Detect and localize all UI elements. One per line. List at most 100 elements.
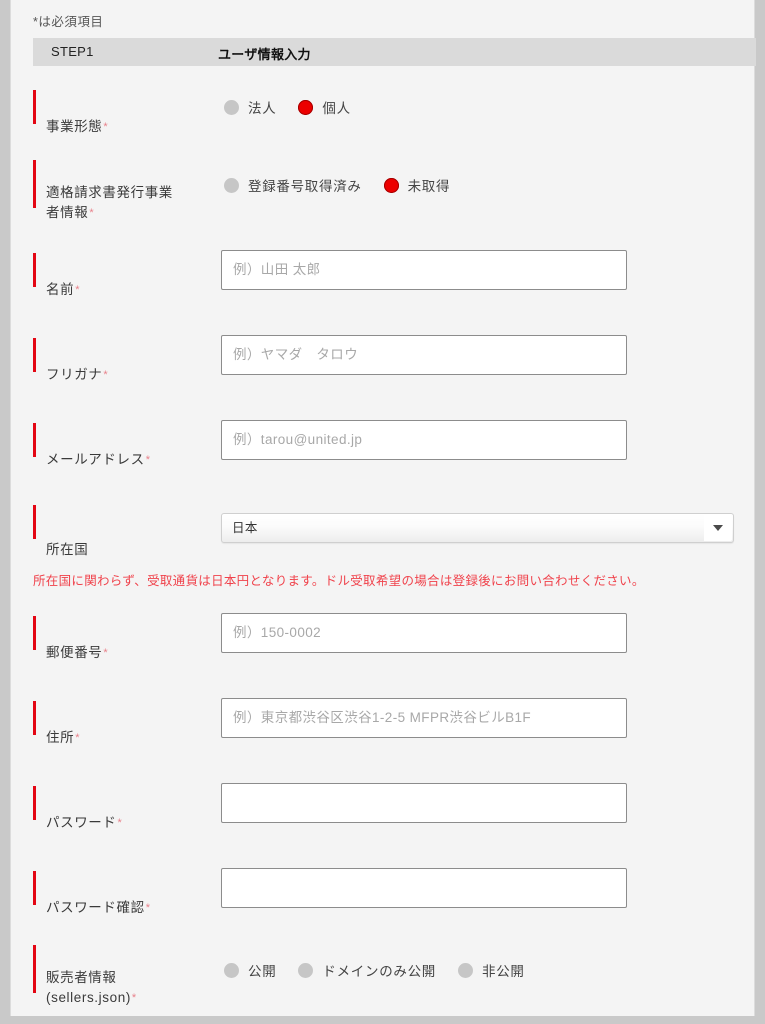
password-confirm-input-wrap[interactable] xyxy=(221,868,627,908)
name-label-wrap: 名前* xyxy=(33,250,80,297)
radio-invoice-not-registered[interactable]: 未取得 xyxy=(383,175,451,195)
required-accent-bar xyxy=(33,253,36,287)
radio-invoice-registered[interactable]: 登録番号取得済み xyxy=(224,175,362,195)
password-confirm-label: パスワード確認* xyxy=(46,868,151,918)
furigana-input-wrap[interactable]: 例）ヤマダ タロウ xyxy=(221,335,627,375)
sellers-json-label-wrap: 販売者情報 (sellers.json)* xyxy=(33,945,206,1005)
radio-dot[interactable] xyxy=(383,177,399,193)
invoice-issuer-label-wrap: 適格請求書発行事業 者情報* xyxy=(33,160,196,220)
radio-sellers-domain-only[interactable]: ドメインのみ公開 xyxy=(298,960,436,980)
required-star: * xyxy=(103,369,109,381)
furigana-label-wrap: フリガナ* xyxy=(33,335,108,382)
email-label-text: メールアドレス xyxy=(46,452,145,467)
accent-bar xyxy=(33,505,36,539)
required-accent-bar xyxy=(33,701,36,735)
business-type-label: 事業形態* xyxy=(46,90,108,137)
required-star: * xyxy=(103,647,109,659)
country-select[interactable]: 日本 xyxy=(221,513,734,543)
required-accent-bar xyxy=(33,90,36,124)
business-type-label-text: 事業形態 xyxy=(46,119,103,134)
country-select-value: 日本 xyxy=(232,521,258,535)
required-accent-bar xyxy=(33,616,36,650)
postal-code-label: 郵便番号* xyxy=(46,613,108,663)
invoice-issuer-radio-group: 登録番号取得済み 未取得 xyxy=(224,175,472,195)
required-star: * xyxy=(75,732,81,744)
radio-dot[interactable] xyxy=(298,962,314,978)
radio-label: 個人 xyxy=(322,101,351,116)
sellers-json-label: 販売者情報 (sellers.json)* xyxy=(46,945,206,1008)
invoice-issuer-label-text: 適格請求書発行事業 者情報 xyxy=(46,185,173,220)
radio-sellers-public[interactable]: 公開 xyxy=(224,960,276,980)
address-input-wrap[interactable]: 例）東京都渋谷区渋谷1-2-5 MFPR渋谷ビルB1F xyxy=(221,698,627,738)
required-star: * xyxy=(103,121,109,133)
registration-page: *は必須項目 STEP1 ユーザ情報入力 事業形態* 法人 個人 適格請求書発行… xyxy=(0,0,765,1024)
radio-dot[interactable] xyxy=(224,177,239,193)
radio-label: 登録番号取得済み xyxy=(248,179,362,194)
country-label-wrap: 所在国 xyxy=(33,505,88,557)
form-card: *は必須項目 STEP1 ユーザ情報入力 事業形態* 法人 個人 適格請求書発行… xyxy=(10,0,756,1016)
required-star: * xyxy=(145,454,151,466)
password-confirm-label-wrap: パスワード確認* xyxy=(33,868,151,915)
furigana-label: フリガナ* xyxy=(46,335,108,385)
radio-dot[interactable] xyxy=(224,962,239,978)
name-label-text: 名前 xyxy=(46,282,75,297)
required-accent-bar xyxy=(33,338,36,372)
email-input-placeholder: 例）tarou@united.jp xyxy=(233,432,363,447)
address-label-text: 住所 xyxy=(46,730,75,745)
radio-label: ドメインのみ公開 xyxy=(322,964,437,979)
step-title: ユーザ情報入力 xyxy=(218,47,311,62)
chevron-down-icon[interactable] xyxy=(704,515,732,541)
address-label: 住所* xyxy=(46,698,80,748)
step-number: STEP1 xyxy=(51,44,94,59)
radio-sellers-private[interactable]: 非公開 xyxy=(458,960,525,980)
required-accent-bar xyxy=(33,160,36,208)
business-type-label-wrap: 事業形態* xyxy=(33,90,108,134)
sellers-json-label-text: 販売者情報 (sellers.json) xyxy=(46,970,131,1005)
password-confirm-label-text: パスワード確認 xyxy=(46,900,145,915)
email-input-wrap[interactable]: 例）tarou@united.jp xyxy=(221,420,627,460)
step-header: STEP1 ユーザ情報入力 xyxy=(33,38,756,66)
required-star: * xyxy=(145,902,151,914)
required-accent-bar xyxy=(33,945,36,993)
radio-label: 公開 xyxy=(248,964,277,979)
radio-label: 非公開 xyxy=(482,964,525,979)
name-input-wrap[interactable]: 例）山田 太郎 xyxy=(221,250,627,290)
radio-business-type-corporate[interactable]: 法人 xyxy=(224,97,276,117)
furigana-input-placeholder: 例）ヤマダ タロウ xyxy=(233,347,359,362)
password-input-wrap[interactable] xyxy=(221,783,627,823)
radio-dot[interactable] xyxy=(298,99,314,115)
radio-label: 法人 xyxy=(248,101,277,116)
radio-dot[interactable] xyxy=(458,962,474,978)
password-label-wrap: パスワード* xyxy=(33,783,122,830)
invoice-issuer-label: 適格請求書発行事業 者情報* xyxy=(46,160,196,223)
password-label: パスワード* xyxy=(46,783,122,833)
required-accent-bar xyxy=(33,423,36,457)
required-fields-note: *は必須項目 xyxy=(33,15,104,29)
email-label: メールアドレス* xyxy=(46,420,151,470)
radio-label: 未取得 xyxy=(407,179,451,194)
postal-code-input-wrap[interactable]: 例）150-0002 xyxy=(221,613,627,653)
sellers-json-radio-group: 公開 ドメインのみ公開 非公開 xyxy=(224,960,547,980)
country-label: 所在国 xyxy=(46,505,88,560)
radio-business-type-individual[interactable]: 個人 xyxy=(298,97,350,117)
address-input-placeholder: 例）東京都渋谷区渋谷1-2-5 MFPR渋谷ビルB1F xyxy=(233,710,532,725)
required-accent-bar xyxy=(33,871,36,905)
currency-note: 所在国に関わらず、受取通貨は日本円となります。ドル受取希望の場合は登録後にお問い… xyxy=(33,574,645,588)
name-input-placeholder: 例）山田 太郎 xyxy=(233,262,321,277)
required-star: * xyxy=(117,817,123,829)
email-label-wrap: メールアドレス* xyxy=(33,420,151,467)
postal-code-label-wrap: 郵便番号* xyxy=(33,613,108,660)
postal-code-label-text: 郵便番号 xyxy=(46,645,103,660)
postal-code-input-placeholder: 例）150-0002 xyxy=(233,625,322,640)
furigana-label-text: フリガナ xyxy=(46,367,103,382)
country-label-text: 所在国 xyxy=(46,542,89,557)
required-star: * xyxy=(89,207,95,219)
address-label-wrap: 住所* xyxy=(33,698,80,745)
required-accent-bar xyxy=(33,786,36,820)
required-star: * xyxy=(75,284,81,296)
radio-dot[interactable] xyxy=(224,99,239,115)
business-type-radio-group: 法人 個人 xyxy=(224,97,373,117)
name-label: 名前* xyxy=(46,250,80,300)
password-label-text: パスワード xyxy=(46,815,117,830)
required-star: * xyxy=(131,992,137,1004)
